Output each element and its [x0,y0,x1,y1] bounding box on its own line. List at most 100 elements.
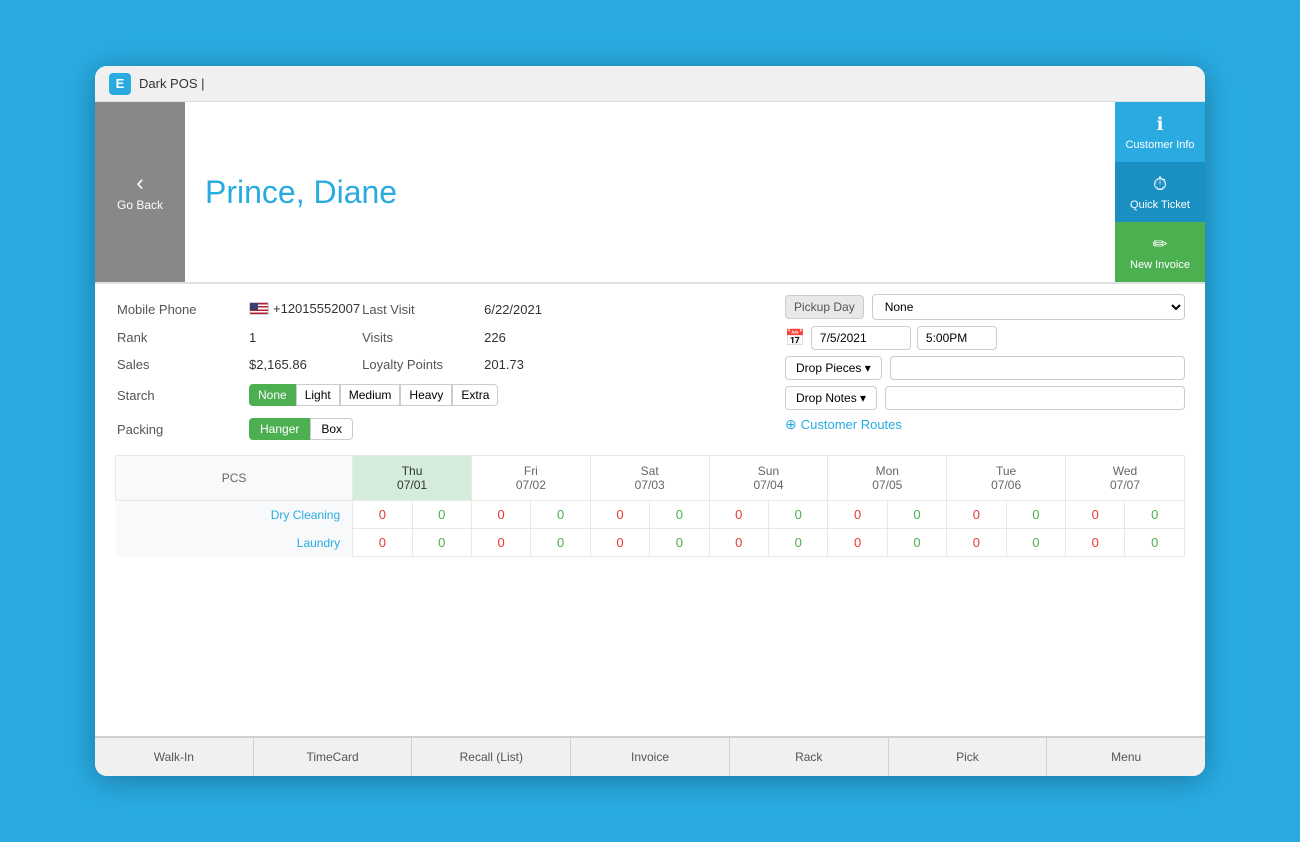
date-time-row: 📅 [785,326,1185,350]
last-visit-label: Last Visit [362,296,482,323]
dc-sun-red: 0 [709,501,768,529]
schedule-header-row: PCS Thu07/01 Fri07/02 Sat07/03 Sun07/04 … [116,456,1185,501]
dry-cleaning-row: Dry Cleaning 0 0 0 0 0 0 0 0 0 0 0 [116,501,1185,529]
starch-medium-button[interactable]: Medium [340,384,401,406]
date-input[interactable] [811,326,911,350]
customer-routes-link[interactable]: ⊕ Customer Routes [785,416,1185,433]
dc-mon-green: 0 [887,501,946,529]
drop-pieces-input[interactable] [890,356,1185,380]
drop-pieces-row: Drop Pieces ▾ [785,356,1185,380]
dc-tue-green: 0 [1006,501,1065,529]
dc-sun-green: 0 [768,501,827,529]
left-info-panel: Mobile Phone +12015552007 [115,294,765,447]
nav-rack[interactable]: Rack [730,738,889,776]
thu-header: Thu07/01 [353,456,472,501]
drop-notes-input[interactable] [885,386,1185,410]
l-mon-red: 0 [828,529,887,557]
l-tue-green: 0 [1006,529,1065,557]
nav-invoice[interactable]: Invoice [571,738,730,776]
dc-wed-red: 0 [1066,501,1125,529]
nav-pick[interactable]: Pick [889,738,1048,776]
l-sat-red: 0 [590,529,649,557]
nav-walk-in[interactable]: Walk-In [95,738,254,776]
bottom-nav: Walk-In TimeCard Recall (List) Invoice R… [95,736,1205,776]
sun-header: Sun07/04 [709,456,828,501]
packing-label: Packing [117,413,247,445]
dc-fri-green: 0 [531,501,590,529]
nav-timecard[interactable]: TimeCard [254,738,413,776]
l-wed-green: 0 [1125,529,1185,557]
packing-box-button[interactable]: Box [310,418,353,440]
customer-info-label: Customer Info [1125,139,1194,151]
l-wed-red: 0 [1066,529,1125,557]
title-bar: E Dark POS | [95,66,1205,102]
laundry-row: Laundry 0 0 0 0 0 0 0 0 0 0 0 0 [116,529,1185,557]
rank-label: Rank [117,325,247,350]
tue-header: Tue07/06 [947,456,1066,501]
time-input[interactable] [917,326,997,350]
schedule-section: PCS Thu07/01 Fri07/02 Sat07/03 Sun07/04 … [95,455,1205,567]
l-fri-red: 0 [471,529,530,557]
mobile-phone-value: +12015552007 [249,296,360,323]
customer-info-button[interactable]: ℹ Customer Info [1115,102,1205,162]
starch-none-button[interactable]: None [249,384,296,406]
starch-heavy-button[interactable]: Heavy [400,384,452,406]
new-invoice-button[interactable]: ✏ New Invoice [1115,222,1205,282]
quick-ticket-button[interactable]: ⏱ Quick Ticket [1115,162,1205,222]
clock-icon: ⏱ [1153,174,1167,195]
customer-name-area: Prince, Diane [185,102,1115,282]
drop-notes-row: Drop Notes ▾ [785,386,1185,410]
sales-row: Sales $2,165.86 Loyalty Points 201.73 [117,352,763,377]
fri-header: Fri07/02 [471,456,590,501]
dc-sat-green: 0 [650,501,709,529]
back-button[interactable]: ‹ Go Back [95,102,185,282]
nav-recall-list[interactable]: Recall (List) [412,738,571,776]
l-mon-green: 0 [887,529,946,557]
starch-group: None Light Medium Heavy Extra [249,384,498,406]
mobile-phone-label: Mobile Phone [117,296,247,323]
drop-pieces-button[interactable]: Drop Pieces ▾ [785,356,882,380]
customer-name: Prince, Diane [205,174,397,211]
rank-row: Rank 1 Visits 226 [117,325,763,350]
right-actions: ℹ Customer Info ⏱ Quick Ticket ✏ New Inv… [1115,102,1205,282]
pcs-header: PCS [116,456,353,501]
dc-wed-green: 0 [1125,501,1185,529]
starch-options: None Light Medium Heavy Extra [249,384,763,406]
wed-header: Wed07/07 [1066,456,1185,501]
starch-label: Starch [117,379,247,411]
plus-icon: ⊕ [785,416,797,433]
right-info-panel: Pickup Day None 📅 Drop Piece [785,294,1185,433]
pickup-day-label: Pickup Day [785,295,864,319]
starch-row: Starch None Light Medium Heavy Extra [117,379,763,411]
dc-tue-red: 0 [947,501,1006,529]
starch-extra-button[interactable]: Extra [452,384,498,406]
starch-light-button[interactable]: Light [296,384,340,406]
loyalty-points-label: Loyalty Points [362,352,482,377]
mon-header: Mon07/05 [828,456,947,501]
l-sun-green: 0 [768,529,827,557]
dc-thu-red: 0 [353,501,412,529]
dry-cleaning-label: Dry Cleaning [116,501,353,529]
nav-menu[interactable]: Menu [1047,738,1205,776]
back-label: Go Back [117,198,163,212]
last-visit-value: 6/22/2021 [484,296,763,323]
packing-hanger-button[interactable]: Hanger [249,418,310,440]
visits-label: Visits [362,325,482,350]
mobile-phone-row: Mobile Phone +12015552007 [117,296,763,323]
customer-routes-label: Customer Routes [801,417,902,432]
l-fri-green: 0 [531,529,590,557]
flag-icon [249,302,269,315]
schedule-table: PCS Thu07/01 Fri07/02 Sat07/03 Sun07/04 … [115,455,1185,557]
pencil-icon: ✏ [1152,234,1167,255]
customer-details-section: Mobile Phone +12015552007 [95,294,1205,447]
drop-notes-button[interactable]: Drop Notes ▾ [785,386,877,410]
packing-row: Packing Hanger Box [117,413,763,445]
pickup-day-row: Pickup Day None [785,294,1185,320]
info-icon: ℹ [1157,114,1164,135]
app-logo: E [109,73,131,95]
pickup-day-select[interactable]: None [872,294,1185,320]
drop-pieces-label: Drop Pieces ▾ [796,361,871,375]
l-sat-green: 0 [650,529,709,557]
new-invoice-label: New Invoice [1130,259,1190,271]
header-row: ‹ Go Back Prince, Diane ℹ Customer Info … [95,102,1205,284]
